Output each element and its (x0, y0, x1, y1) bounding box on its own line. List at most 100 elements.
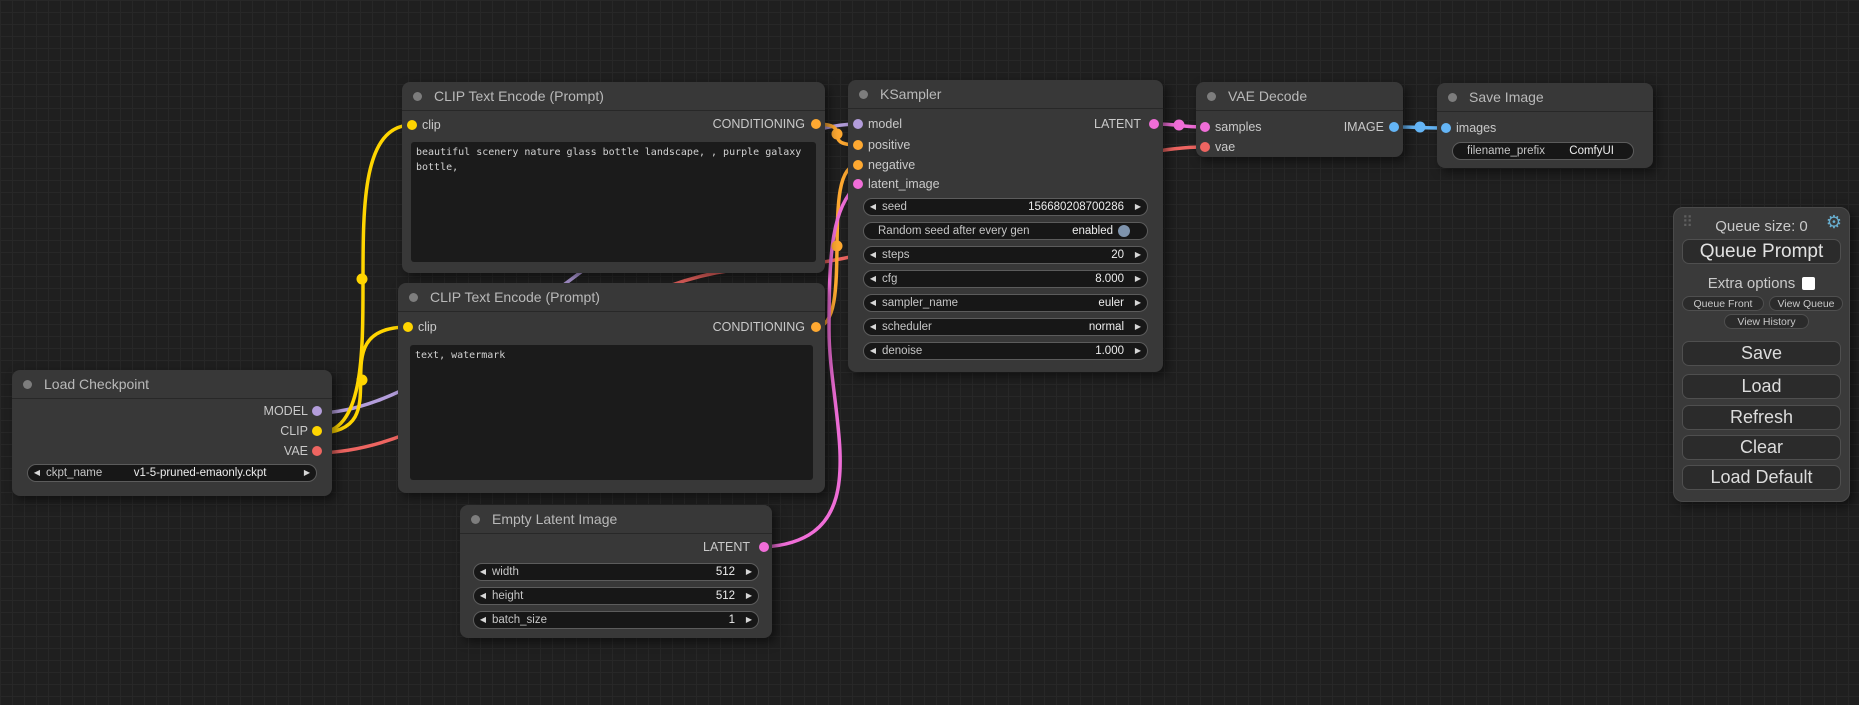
arrow-left-icon[interactable]: ◀ (864, 199, 882, 215)
collapse-dot-icon[interactable] (859, 90, 868, 99)
output-port-latent[interactable] (759, 542, 769, 552)
input-port-latent-image[interactable] (853, 179, 863, 189)
save-button[interactable]: Save (1682, 341, 1841, 366)
settings-gear-icon[interactable]: ⚙ (1826, 212, 1842, 233)
output-port-clip[interactable] (312, 426, 322, 436)
scheduler-widget[interactable]: ◀ scheduler normal ▶ (863, 318, 1148, 336)
arrow-right-icon[interactable]: ▶ (740, 588, 758, 604)
arrow-right-icon[interactable]: ▶ (1129, 319, 1147, 335)
arrow-right-icon[interactable]: ▶ (298, 465, 316, 481)
arrow-left-icon[interactable]: ◀ (864, 271, 882, 287)
ckpt-name-widget[interactable]: ◀ ckpt_name v1-5-pruned-emaonly.ckpt ▶ (27, 464, 317, 482)
queue-prompt-button[interactable]: Queue Prompt (1682, 239, 1841, 264)
node-title: Save Image (1437, 83, 1653, 112)
sampler-name-widget[interactable]: ◀ sampler_name euler ▶ (863, 294, 1148, 312)
seed-widget[interactable]: ◀ seed 156680208700286 ▶ (863, 198, 1148, 216)
load-button[interactable]: Load (1682, 374, 1841, 399)
node-title: CLIP Text Encode (Prompt) (398, 283, 825, 312)
input-label-clip: clip (418, 318, 437, 336)
input-port-vae[interactable] (1200, 142, 1210, 152)
input-port-negative[interactable] (853, 160, 863, 170)
widget-label: batch_size (492, 614, 547, 626)
input-port-model[interactable] (853, 119, 863, 129)
arrow-right-icon[interactable]: ▶ (1129, 295, 1147, 311)
input-port-clip[interactable] (407, 120, 417, 130)
extra-options-label: Extra options (1708, 275, 1796, 292)
widget-value: ComfyUI (1545, 145, 1619, 157)
node-graph-canvas[interactable]: Load Checkpoint MODEL CLIP VAE ◀ ckpt_na… (0, 0, 1859, 705)
node-save-image[interactable]: Save Image images filename_prefix ComfyU… (1437, 83, 1653, 168)
input-port-samples[interactable] (1200, 122, 1210, 132)
input-port-clip[interactable] (403, 322, 413, 332)
batch-size-widget[interactable]: ◀ batch_size 1 ▶ (473, 611, 759, 629)
node-clip-text-encode-negative[interactable]: CLIP Text Encode (Prompt) clip CONDITION… (398, 283, 825, 493)
node-load-checkpoint[interactable]: Load Checkpoint MODEL CLIP VAE ◀ ckpt_na… (12, 370, 332, 496)
denoise-widget[interactable]: ◀ denoise 1.000 ▶ (863, 342, 1148, 360)
output-port-conditioning[interactable] (811, 119, 821, 129)
widget-label: sampler_name (882, 297, 958, 309)
arrow-left-icon[interactable]: ◀ (474, 588, 492, 604)
node-vae-decode[interactable]: VAE Decode samples vae IMAGE (1196, 82, 1403, 157)
width-widget[interactable]: ◀ width 512 ▶ (473, 563, 759, 581)
input-label-latent-image: latent_image (868, 175, 940, 193)
node-ksampler[interactable]: KSampler model positive negative latent_… (848, 80, 1163, 372)
output-port-vae[interactable] (312, 446, 322, 456)
toggle-indicator[interactable] (1118, 225, 1130, 237)
queue-front-button[interactable]: Queue Front (1682, 296, 1764, 311)
output-port-latent[interactable] (1149, 119, 1159, 129)
arrow-left-icon[interactable]: ◀ (864, 343, 882, 359)
link-dot (357, 375, 368, 386)
widget-value: v1-5-pruned-emaonly.ckpt (102, 467, 298, 479)
collapse-dot-icon[interactable] (1207, 92, 1216, 101)
extra-options-checkbox[interactable] (1802, 277, 1815, 290)
arrow-right-icon[interactable]: ▶ (1129, 271, 1147, 287)
collapse-dot-icon[interactable] (409, 293, 418, 302)
arrow-left-icon[interactable]: ◀ (474, 612, 492, 628)
widget-value: 512 (523, 590, 740, 602)
output-port-image[interactable] (1389, 122, 1399, 132)
collapse-dot-icon[interactable] (1448, 93, 1457, 102)
input-port-images[interactable] (1441, 123, 1451, 133)
node-empty-latent-image[interactable]: Empty Latent Image LATENT ◀ width 512 ▶ … (460, 505, 772, 638)
link-dot (1174, 120, 1185, 131)
widget-label: denoise (882, 345, 922, 357)
output-port-conditioning[interactable] (811, 322, 821, 332)
node-clip-text-encode-positive[interactable]: CLIP Text Encode (Prompt) clip CONDITION… (402, 82, 825, 273)
widget-value: 20 (910, 249, 1130, 261)
view-queue-button[interactable]: View Queue (1769, 296, 1843, 311)
arrow-left-icon[interactable]: ◀ (864, 247, 882, 263)
clear-button[interactable]: Clear (1682, 435, 1841, 460)
prompt-textarea[interactable]: beautiful scenery nature glass bottle la… (411, 142, 816, 262)
arrow-left-icon[interactable]: ◀ (864, 319, 882, 335)
arrow-left-icon[interactable]: ◀ (28, 465, 46, 481)
arrow-right-icon[interactable]: ▶ (1129, 247, 1147, 263)
random-seed-toggle-widget[interactable]: Random seed after every gen enabled (863, 222, 1148, 240)
arrow-right-icon[interactable]: ▶ (1129, 199, 1147, 215)
arrow-left-icon[interactable]: ◀ (864, 295, 882, 311)
view-history-button[interactable]: View History (1724, 314, 1809, 329)
prompt-textarea[interactable]: text, watermark (410, 345, 813, 480)
cfg-widget[interactable]: ◀ cfg 8.000 ▶ (863, 270, 1148, 288)
refresh-button[interactable]: Refresh (1682, 405, 1841, 430)
load-default-button[interactable]: Load Default (1682, 465, 1841, 490)
collapse-dot-icon[interactable] (413, 92, 422, 101)
arrow-right-icon[interactable]: ▶ (740, 564, 758, 580)
arrow-left-icon[interactable]: ◀ (474, 564, 492, 580)
collapse-dot-icon[interactable] (471, 515, 480, 524)
output-port-model[interactable] (312, 406, 322, 416)
node-title: Load Checkpoint (12, 370, 332, 399)
steps-widget[interactable]: ◀ steps 20 ▶ (863, 246, 1148, 264)
link-dot (357, 274, 368, 285)
input-label-model: model (868, 115, 902, 133)
height-widget[interactable]: ◀ height 512 ▶ (473, 587, 759, 605)
input-label-images: images (1456, 119, 1496, 137)
arrow-right-icon[interactable]: ▶ (1129, 343, 1147, 359)
arrow-right-icon[interactable]: ▶ (740, 612, 758, 628)
output-label-model: MODEL (264, 402, 308, 420)
filename-prefix-widget[interactable]: filename_prefix ComfyUI (1452, 142, 1634, 160)
input-label-vae: vae (1215, 138, 1235, 156)
output-label-vae: VAE (284, 442, 308, 460)
input-port-positive[interactable] (853, 140, 863, 150)
collapse-dot-icon[interactable] (23, 380, 32, 389)
node-title: VAE Decode (1196, 82, 1403, 111)
